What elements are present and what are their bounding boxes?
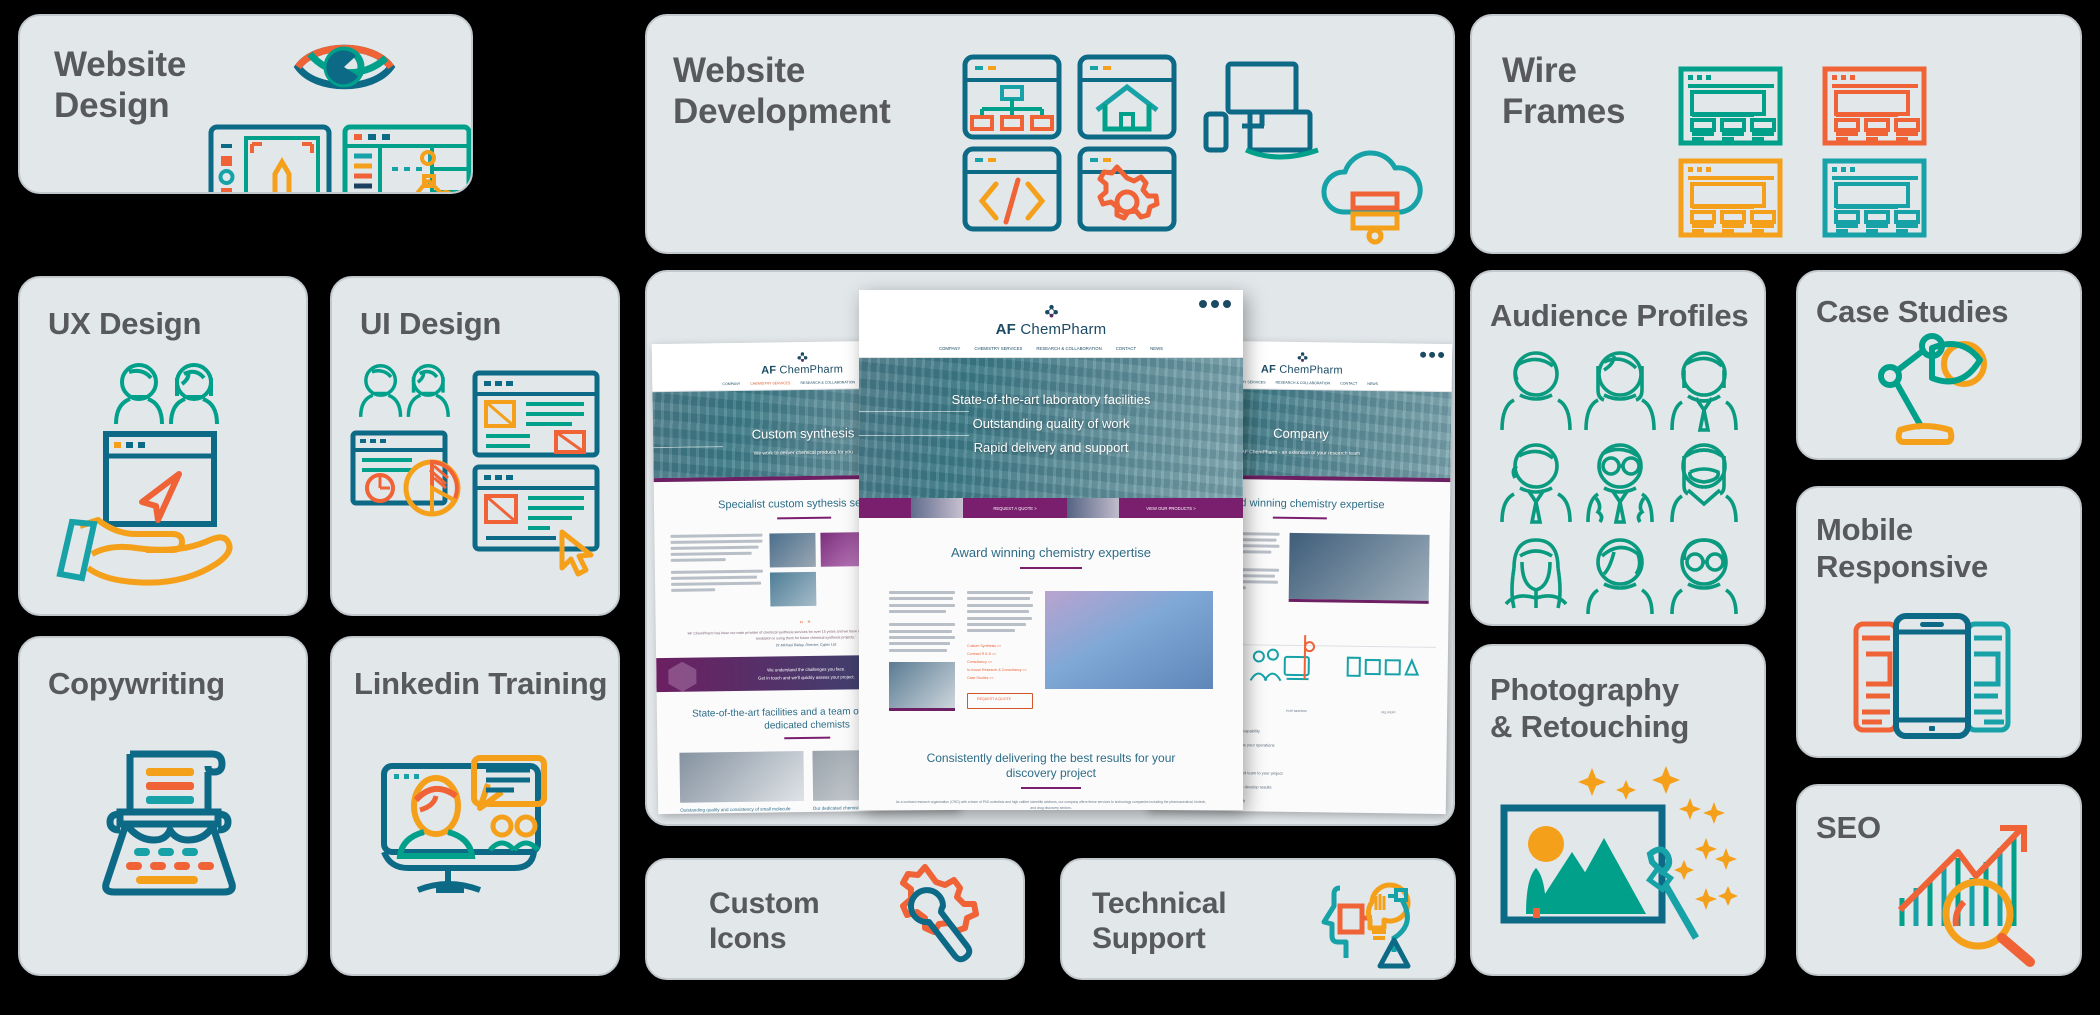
process-label: DELIVERY: [1381, 710, 1397, 715]
eye-icon: [292, 36, 397, 98]
link-custom-synthesis[interactable]: Custom Synthesis >>: [967, 643, 1033, 651]
card-linkedin-training[interactable]: Linkedin Training: [330, 636, 620, 976]
pie-chart-window-icon: [350, 430, 486, 522]
link-case-studies[interactable]: Case Studies >>: [967, 675, 1033, 683]
nav-item-chemistry-services[interactable]: CHEMISTRY SERVICES: [974, 346, 1022, 351]
card-case-studies[interactable]: Case Studies: [1796, 270, 2082, 460]
card-title-audience-profiles: Audience Profiles: [1490, 298, 1749, 333]
head-lightbulb-icon: [1310, 874, 1420, 969]
nav-item-company[interactable]: COMPANY: [939, 346, 960, 351]
mockup-center-heading-1: Award winning chemistry expertise: [859, 544, 1243, 569]
mockup-center[interactable]: AF ChemPharm COMPANY CHEMISTRY SERVICES …: [859, 290, 1243, 810]
code-window-icon: [962, 146, 1062, 232]
nav-item-active[interactable]: CHEMISTRY SERVICES: [750, 381, 790, 386]
sub-heading-a: Outstanding quality and consistency of s…: [680, 806, 791, 813]
link-consultancy[interactable]: Consultancy >>: [967, 659, 1033, 667]
nav-item[interactable]: RESEARCH & COLLABORATION: [800, 380, 855, 385]
two-people-icon: [352, 360, 456, 420]
two-people-icon: [106, 360, 226, 426]
hero-line-3: Rapid delivery and support: [973, 440, 1129, 455]
nav-item-contact[interactable]: CONTACT: [1116, 346, 1136, 351]
card-title-ux-design: UX Design: [48, 306, 202, 341]
desk-lamp-icon: [1876, 328, 1996, 446]
brand-mark-icon: [1044, 304, 1058, 318]
mockup-center-nav[interactable]: COMPANY CHEMISTRY SERVICES RESEARCH & CO…: [859, 338, 1243, 358]
nav-item-research-collaboration[interactable]: RESEARCH & COLLABORATION: [1036, 346, 1101, 351]
card-title-copywriting: Copywriting: [48, 666, 225, 701]
card-title-linkedin-training: Linkedin Training: [354, 666, 608, 701]
nav-item[interactable]: NEWS: [1367, 382, 1378, 386]
mockup-center-heading-2: Consistently delivering the best results…: [859, 751, 1243, 789]
process-label: PARTNERSHIP: [1286, 708, 1308, 714]
card-custom-icons[interactable]: Custom Icons: [645, 858, 1025, 980]
card-seo[interactable]: SEO: [1796, 784, 2082, 976]
gear-window-icon: [1077, 146, 1177, 232]
wireframe-cyan-icon: [1822, 158, 1927, 238]
social-icons[interactable]: [1420, 351, 1445, 359]
nav-item[interactable]: CONTACT: [1340, 382, 1357, 386]
link-contract-rd[interactable]: Contract R & D >>: [967, 651, 1033, 659]
services-board: Website Design Website Development Wire …: [0, 0, 2100, 1015]
avatar-grid-icon: [1492, 344, 1748, 615]
link-inhouse-research[interactable]: In-house Research & Consultancy >>: [967, 667, 1033, 675]
hero-line-2: Outstanding quality of work: [972, 416, 1130, 431]
mockup-center-subtext: As a contract research organisation (CRO…: [895, 799, 1207, 810]
card-title-website-design: Website Design: [54, 45, 187, 126]
card-title-photography-retouching: Photography & Retouching: [1490, 672, 1690, 744]
home-window-icon: [1077, 54, 1177, 140]
card-website-design[interactable]: Website Design: [18, 14, 473, 194]
card-title-seo: SEO: [1816, 810, 1881, 845]
card-copywriting[interactable]: Copywriting: [18, 636, 308, 976]
social-icons[interactable]: [1199, 300, 1231, 308]
cursor-arrow-icon: [556, 528, 598, 578]
card-title-technical-support: Technical Support: [1092, 887, 1227, 956]
card-title-ui-design: UI Design: [360, 306, 502, 341]
nav-item[interactable]: RESEARCH & COLLABORATION: [1275, 381, 1330, 386]
mockup-center-cta-bar[interactable]: REQUEST A QUOTE > VIEW OUR PRODUCTS >: [859, 498, 1243, 518]
request-quote-button[interactable]: REQUEST A QUOTE: [977, 697, 1011, 701]
wireframe-red-icon: [1822, 66, 1927, 146]
typewriter-icon: [90, 746, 246, 898]
card-photography-retouching[interactable]: Photography & Retouching: [1470, 644, 1766, 976]
card-ui-design[interactable]: UI Design: [330, 276, 620, 616]
brand-mark-icon: [796, 352, 807, 362]
card-mobile-responsive[interactable]: Mobile Responsive: [1796, 486, 2082, 758]
card-title-website-development: Website Development: [673, 51, 891, 132]
view-products-cta[interactable]: VIEW OUR PRODUCTS >: [1119, 506, 1223, 511]
wireframe-amber-icon: [1678, 158, 1783, 238]
sitemap-window-icon: [962, 54, 1062, 140]
card-title-case-studies: Case Studies: [1816, 294, 2009, 329]
layout-window-icon: [472, 370, 600, 458]
website-mockups-showcase[interactable]: AF ChemPharm COMPANY CHEMISTRY SERVICES …: [645, 270, 1455, 826]
cloud-database-icon: [1313, 134, 1435, 245]
photo-retouch-icon: [1500, 764, 1750, 954]
nav-item-news[interactable]: NEWS: [1150, 346, 1163, 351]
design-app-window-icon: [342, 124, 471, 192]
drawing-tablet-icon: [208, 124, 332, 192]
card-audience-profiles[interactable]: Audience Profiles: [1470, 270, 1766, 626]
card-technical-support[interactable]: Technical Support: [1060, 858, 1456, 980]
brand-name: AF ChemPharm: [995, 321, 1107, 338]
card-ux-design[interactable]: UX Design: [18, 276, 308, 616]
gear-wrench-icon: [885, 864, 987, 968]
card-title-custom-icons: Custom Icons: [709, 887, 820, 956]
mobile-devices-icon: [1852, 613, 2012, 739]
card-title-mobile-responsive: Mobile Responsive: [1816, 512, 1989, 584]
card-title-wire-frames: Wire Frames: [1502, 51, 1626, 132]
card-website-development[interactable]: Website Development: [645, 14, 1455, 254]
hero-line-1: State-of-the-art laboratory facilities: [951, 392, 1151, 407]
video-training-monitor-icon: [380, 750, 580, 910]
brand-mark-icon: [1297, 352, 1308, 362]
link-list[interactable]: Custom Synthesis >> Contract R & D >> Co…: [967, 643, 1033, 683]
wireframe-teal-icon: [1678, 66, 1783, 146]
seo-chart-magnifier-icon: [1896, 822, 2060, 967]
card-wire-frames[interactable]: Wire Frames: [1470, 14, 2082, 254]
mockup-center-hero: State-of-the-art laboratory facilities O…: [859, 358, 1243, 498]
request-quote-cta[interactable]: REQUEST A QUOTE >: [963, 506, 1067, 511]
nav-item[interactable]: COMPANY: [722, 382, 740, 386]
hand-holding-browser-icon: [56, 430, 274, 590]
